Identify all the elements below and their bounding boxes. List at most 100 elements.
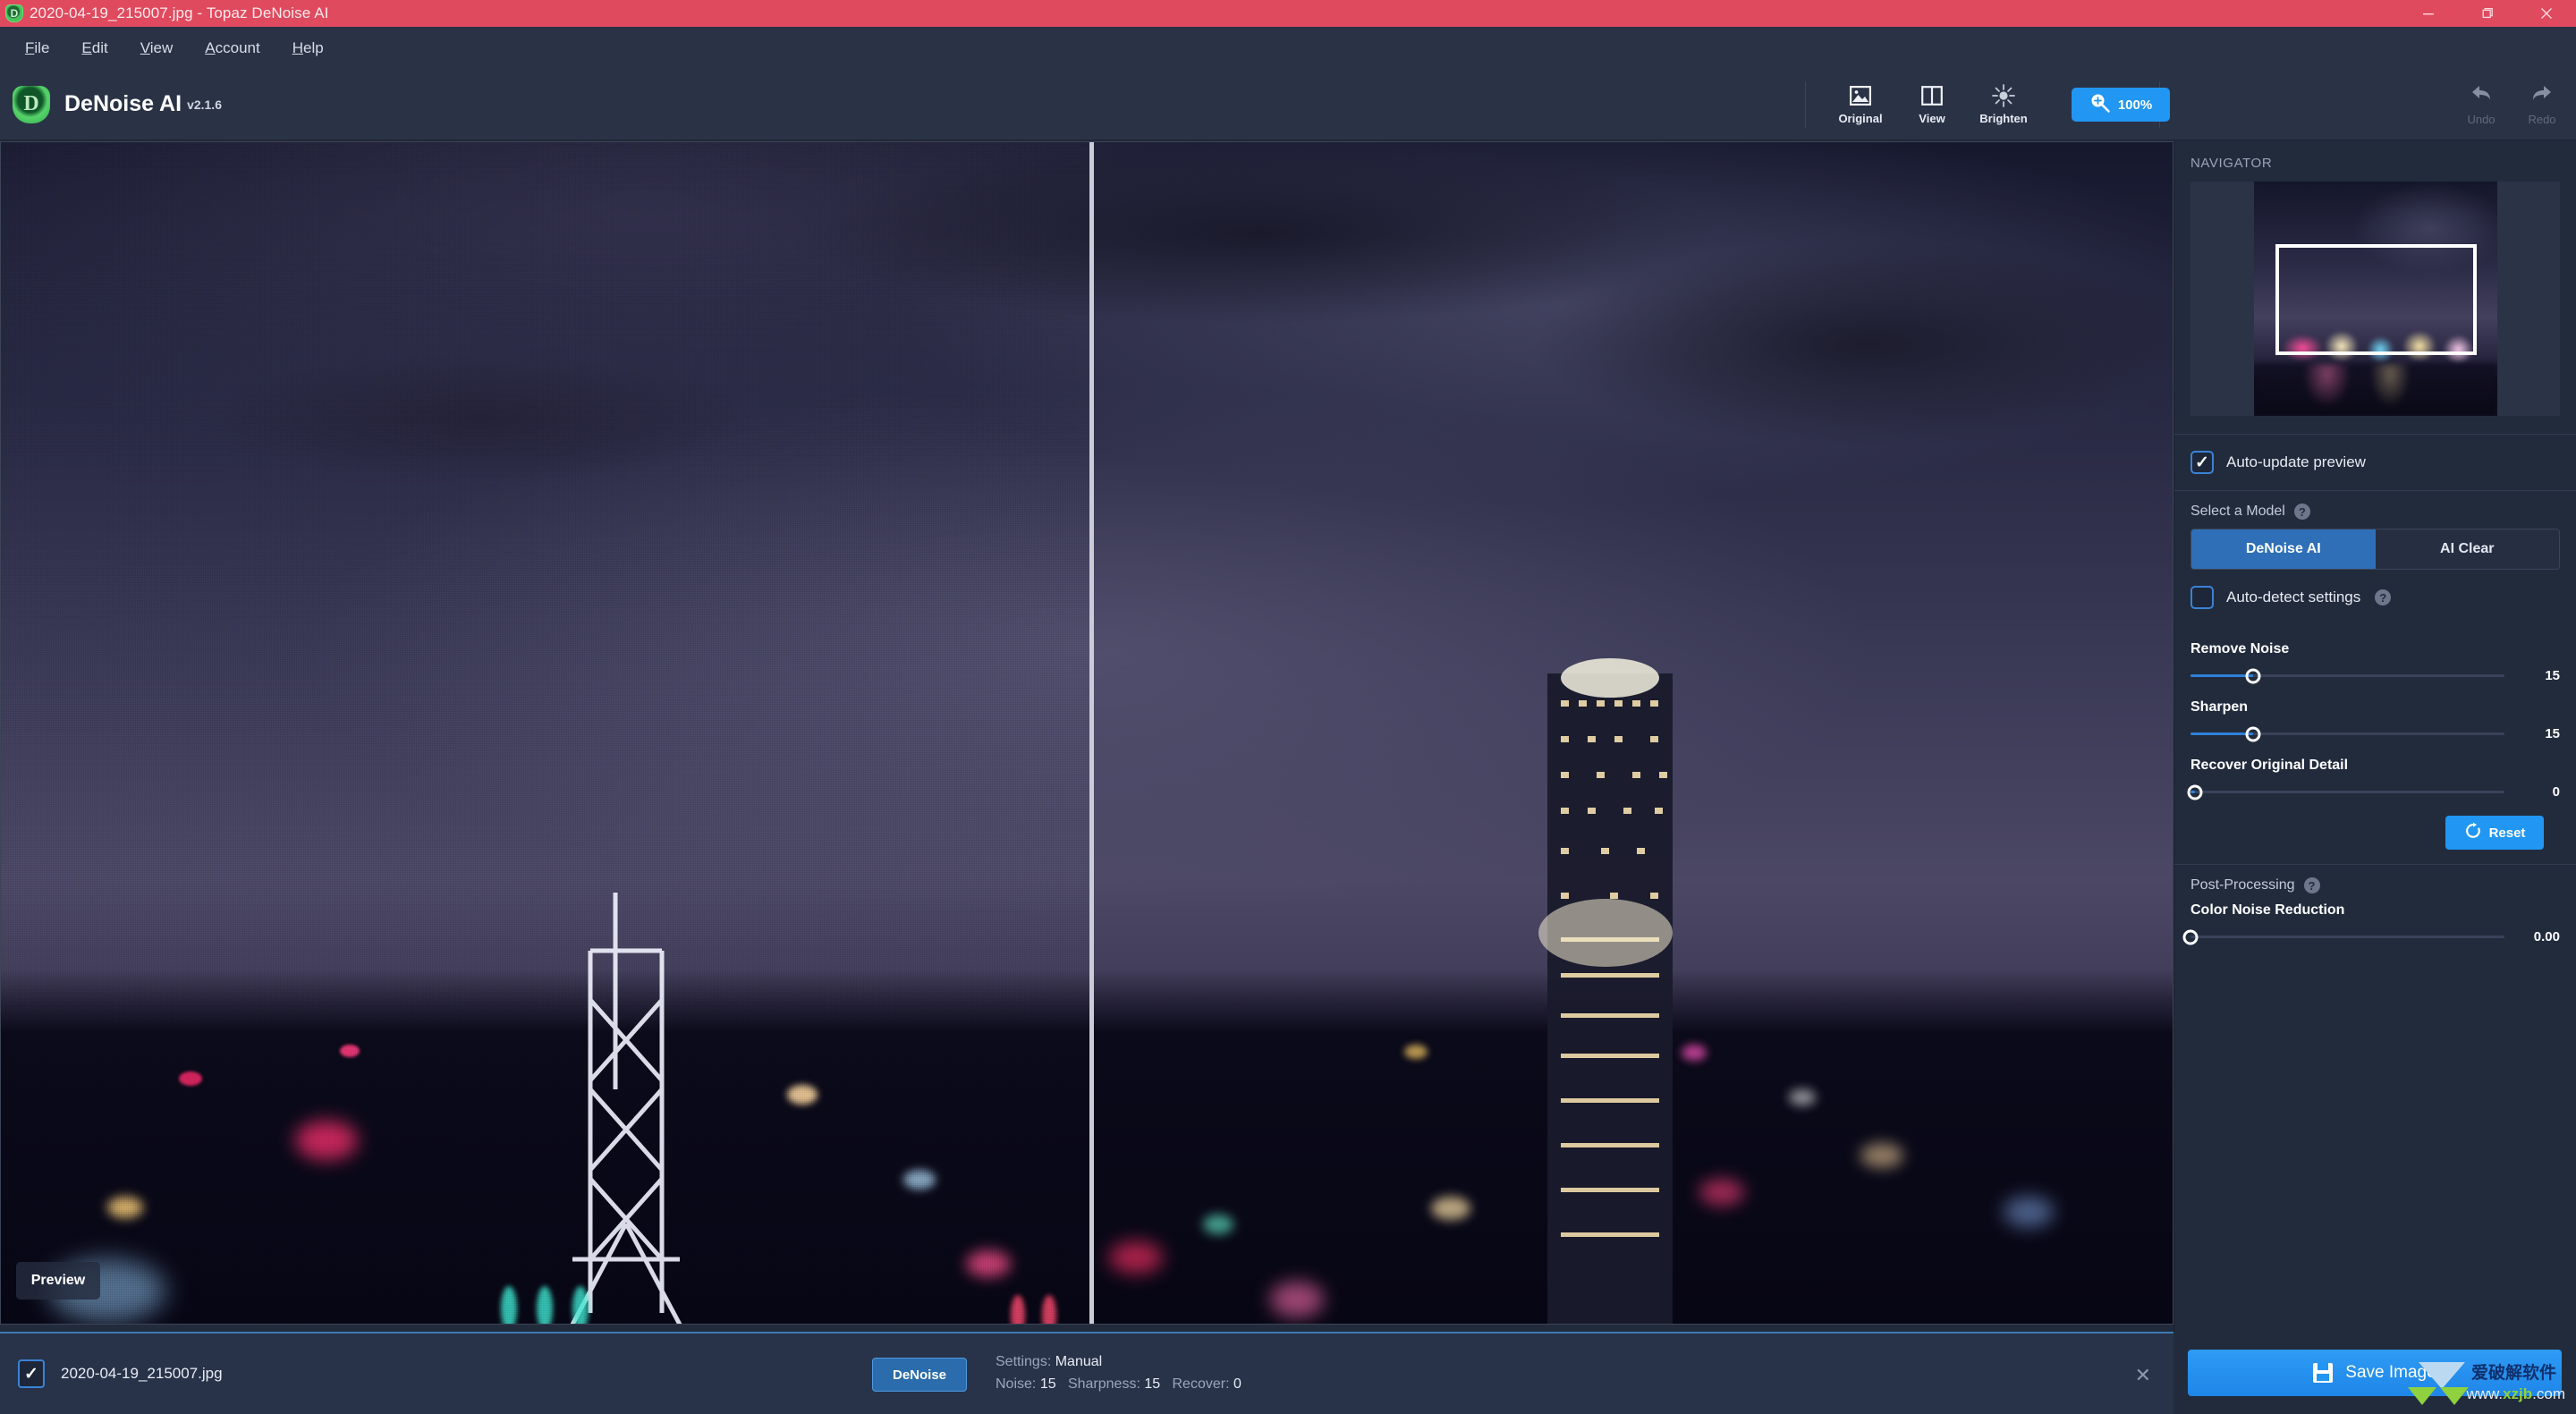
- checkmark-icon: ✓: [24, 1364, 38, 1384]
- settings-label: Settings:: [996, 1354, 1052, 1369]
- help-icon[interactable]: ?: [2293, 504, 2310, 520]
- menu-item-help[interactable]: Help: [276, 36, 340, 61]
- model-option-denoise-ai[interactable]: DeNoise AI: [2191, 529, 2376, 569]
- post-processing-label: Post-Processing: [2190, 877, 2295, 893]
- save-bar: Save Image 爱破解软件 www.xzjb.com: [2174, 1332, 2576, 1414]
- denoise-button[interactable]: DeNoise: [872, 1358, 967, 1392]
- sharpen-fill: [2190, 732, 2254, 735]
- redo-button[interactable]: Redo: [2512, 69, 2572, 140]
- undo-arrow-icon: [2470, 83, 2493, 107]
- settings-value: Manual: [1055, 1354, 1103, 1369]
- auto-detect-settings-label: Auto-detect settings: [2226, 588, 2361, 605]
- sharpen-label: Sharpen: [2190, 699, 2249, 715]
- sharpness-value: 15: [1144, 1376, 1161, 1392]
- divider: [2174, 490, 2576, 491]
- model-segmented-control[interactable]: DeNoise AI AI Clear: [2190, 529, 2560, 570]
- app-logo-icon: D: [5, 4, 23, 22]
- recover-original-detail-slider-row[interactable]: 0: [2187, 784, 2560, 800]
- help-icon[interactable]: ?: [2375, 589, 2392, 605]
- auto-update-preview-row[interactable]: ✓ Auto-update preview: [2174, 435, 2576, 490]
- remove-noise-fill: [2190, 674, 2254, 677]
- color-noise-reduction-track[interactable]: [2182, 929, 2504, 944]
- sharpen-slider-row[interactable]: 15: [2190, 726, 2560, 741]
- sharpen-track[interactable]: [2190, 726, 2504, 741]
- select-model-label-row: Select a Model ?: [2190, 504, 2560, 520]
- recover-original-detail-track[interactable]: [2187, 784, 2504, 800]
- original-button[interactable]: Original: [1825, 69, 1896, 140]
- model-option-ai-clear[interactable]: AI Clear: [2375, 529, 2559, 569]
- navigator-thumbnail: [2253, 182, 2497, 416]
- menu-item-edit[interactable]: Edit: [65, 36, 123, 61]
- recover-original-detail-label: Recover Original Detail: [2190, 758, 2349, 773]
- reset-button[interactable]: Reset: [2445, 816, 2544, 850]
- right-sidebar: NAVIGATOR ✓ Auto-update preview Select a…: [2174, 141, 2576, 1332]
- split-divider-handle[interactable]: [1089, 141, 1094, 1325]
- color-noise-reduction-knob[interactable]: [2182, 929, 2199, 944]
- navigator-panel[interactable]: [2190, 182, 2560, 416]
- header-tools: Original View Brighten 100%: [1825, 69, 2170, 140]
- menu-label: ccount: [215, 38, 260, 56]
- save-image-button[interactable]: Save Image: [2188, 1350, 2562, 1396]
- sharpen-value: 15: [2545, 726, 2560, 741]
- original-label: Original: [1838, 112, 1883, 125]
- maximize-icon[interactable]: [2458, 0, 2517, 27]
- brand-name: DeNoise AI: [64, 91, 182, 116]
- auto-detect-settings-row[interactable]: Auto-detect settings ?: [2174, 570, 2576, 625]
- menu-mnemonic: V: [140, 38, 150, 56]
- brighten-button[interactable]: Brighten: [1968, 69, 2039, 140]
- header-divider: [1805, 81, 1806, 128]
- select-model-label: Select a Model: [2190, 504, 2285, 519]
- remove-noise-track[interactable]: [2190, 668, 2504, 683]
- auto-update-preview-checkbox[interactable]: ✓: [2190, 451, 2214, 474]
- recover-original-detail-knob[interactable]: [2187, 784, 2203, 800]
- minimize-icon[interactable]: [2399, 0, 2458, 27]
- menu-mnemonic: H: [292, 38, 303, 56]
- auto-detect-settings-checkbox[interactable]: [2190, 586, 2214, 609]
- menu-item-file[interactable]: File: [9, 36, 65, 61]
- noise-value: 15: [1039, 1376, 1056, 1392]
- menu-mnemonic: F: [25, 38, 35, 56]
- view-label: View: [1919, 112, 1945, 125]
- menu-mnemonic: A: [205, 38, 216, 56]
- menu-bar: File Edit View Account Help: [0, 27, 2576, 69]
- color-noise-reduction-label: Color Noise Reduction: [2190, 902, 2345, 918]
- menu-item-view[interactable]: View: [124, 36, 190, 61]
- brightness-sun-icon: [1992, 84, 2015, 107]
- menu-label: ile: [34, 38, 50, 56]
- view-button[interactable]: View: [1896, 69, 1968, 140]
- reset-label: Reset: [2488, 825, 2526, 841]
- post-processing-section: Post-Processing ? Color Noise Reduction …: [2174, 877, 2576, 944]
- color-noise-reduction-slider-row[interactable]: 0.00: [2182, 929, 2560, 944]
- remove-noise-slider-row[interactable]: 15: [2190, 668, 2560, 683]
- remove-noise-knob[interactable]: [2245, 668, 2261, 683]
- sliders-section: Remove Noise 15 Sharpen 15 Recover Origi…: [2174, 641, 2576, 850]
- help-icon[interactable]: ?: [2303, 877, 2320, 893]
- undo-button[interactable]: Undo: [2451, 69, 2512, 140]
- navigator-viewport-rect[interactable]: [2275, 244, 2477, 355]
- brand: D DeNoise AI v2.1.6: [13, 85, 222, 123]
- navigator-title: NAVIGATOR: [2190, 156, 2273, 171]
- save-image-label: Save Image: [2345, 1363, 2436, 1382]
- recover-original-detail-value: 0: [2552, 784, 2560, 800]
- select-model-section: Select a Model ? DeNoise AI AI Clear: [2174, 504, 2576, 570]
- noisy-original-half: [0, 141, 1089, 1325]
- image-canvas[interactable]: Preview: [0, 141, 2174, 1325]
- preview-button[interactable]: Preview: [16, 1262, 100, 1300]
- reset-row: Reset: [2190, 800, 2560, 850]
- denoise-shield-logo-icon: D: [13, 85, 50, 123]
- split-view-icon: [1921, 84, 1943, 107]
- sharpen-knob[interactable]: [2245, 726, 2261, 741]
- remove-noise-label: Remove Noise: [2190, 641, 2290, 656]
- file-checkbox[interactable]: ✓: [18, 1359, 45, 1388]
- brand-version: v2.1.6: [187, 97, 222, 112]
- auto-update-preview-label: Auto-update preview: [2226, 453, 2366, 470]
- refresh-icon: [2464, 822, 2482, 843]
- zoom-level-button[interactable]: 100%: [2072, 88, 2170, 122]
- window-title: 2020-04-19_215007.jpg - Topaz DeNoise AI: [30, 4, 329, 21]
- post-processing-label-row: Post-Processing ?: [2190, 877, 2560, 893]
- bottom-file-bar: ✓ 2020-04-19_215007.jpg DeNoise Settings…: [0, 1332, 2174, 1414]
- close-icon[interactable]: [2517, 0, 2576, 27]
- menu-item-account[interactable]: Account: [189, 36, 275, 61]
- settings-line: Settings: Manual: [996, 1351, 1241, 1374]
- close-file-icon[interactable]: ✕: [2135, 1364, 2151, 1387]
